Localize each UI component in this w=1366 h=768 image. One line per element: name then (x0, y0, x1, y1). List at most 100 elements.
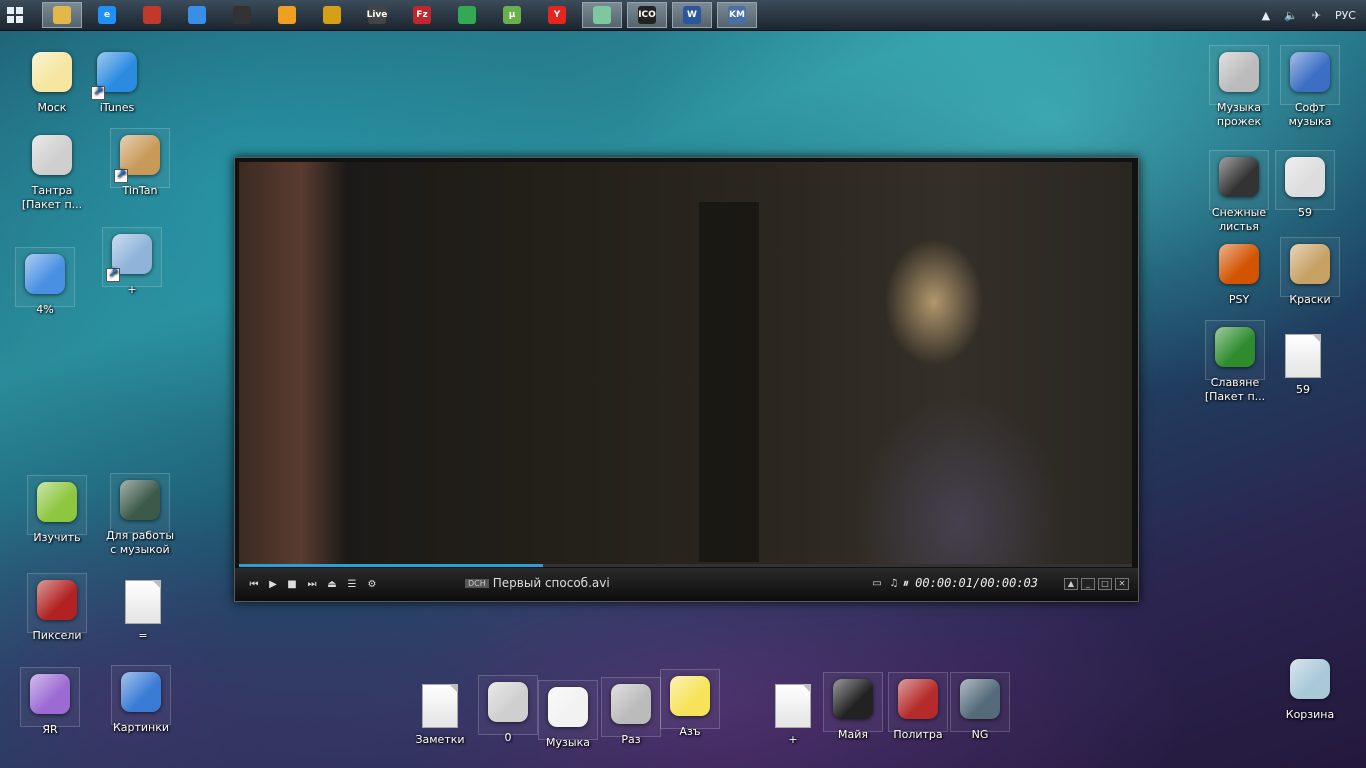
taskbar-button-finder[interactable] (177, 2, 217, 28)
desktop-icon-label: Моск (37, 101, 67, 114)
video-frame[interactable] (239, 162, 1132, 567)
desktop-icon-label: Славяне [Пакет п... (1204, 376, 1266, 403)
desktop-icon-label: = (138, 629, 148, 642)
pin-icon[interactable]: ▲ (1064, 578, 1078, 590)
eject-icon[interactable]: ⏏ (325, 579, 339, 591)
taskbar-button-app[interactable] (132, 2, 172, 28)
desktop-icon-tantra[interactable]: Тантра [Пакет п... (15, 133, 89, 212)
airplane-icon[interactable]: ✈ (1312, 9, 1321, 22)
desktop-icon-slavs[interactable]: Славяне [Пакет п... (1198, 320, 1272, 404)
desktop-icon-soft-music[interactable]: Софт музыка (1273, 45, 1347, 129)
player-icon: KM (728, 6, 746, 24)
doc-icon (769, 682, 817, 730)
system-tray: ▲ 🔈 ✈ РУС (1262, 0, 1356, 30)
desktop-icon-az[interactable]: Азъ (653, 669, 727, 739)
desktop-icon-label: Музыка прожек (1216, 101, 1262, 128)
photobooth-icon (27, 573, 87, 633)
finder-icon (188, 6, 206, 24)
desktop-icon-percent[interactable]: 4% (8, 247, 82, 317)
desktop-icon-notes[interactable]: Заметки (403, 682, 477, 747)
desktop-icon-fifty-nine-b[interactable]: 59 (1266, 332, 1340, 397)
desktop-icon-learn[interactable]: Изучить (20, 475, 94, 545)
taskbar-button-word[interactable]: W (672, 2, 712, 28)
media-player-window[interactable]: ⏮ ▶ ■ ⏭ ⏏ ☰ ⚙ DCH Первый способ.avi ▭ ♫ ⏸… (234, 157, 1139, 602)
screen-icon (20, 667, 80, 727)
desktop-icon-for-work[interactable]: Для работы с музыкой (103, 473, 177, 557)
desktop-icon-label: Софт музыка (1288, 101, 1332, 128)
taskbar-button-tool[interactable] (312, 2, 352, 28)
timemachine-icon (110, 473, 170, 533)
app-icon (143, 6, 161, 24)
bulb-icon (28, 50, 76, 98)
file-title: DCH Первый способ.avi (465, 576, 610, 590)
desktop-icon-trash[interactable]: Корзина (1273, 657, 1347, 722)
desktop-icon-plus-mail[interactable]: + (95, 227, 169, 297)
filezilla-icon: Fz (413, 6, 431, 24)
taskbar-button-live[interactable]: Live (357, 2, 397, 28)
folder-window-icon (593, 6, 611, 24)
desktop-icon-music-live[interactable]: Музыка прожек (1202, 45, 1276, 129)
piano-icon (823, 672, 883, 732)
desktop-icon-label: Заметки (415, 733, 465, 746)
pencil-icon (1280, 237, 1340, 297)
next-icon[interactable]: ⏭ (305, 579, 319, 591)
taskbar-button-yandex[interactable]: Y (537, 2, 577, 28)
settings-gear-icon[interactable]: ⚙ (365, 579, 379, 591)
desktop-icon-itunes[interactable]: iTunes (80, 50, 154, 115)
desktop-icon-ng[interactable]: NG (943, 672, 1017, 742)
trash-icon (1286, 657, 1334, 705)
dashboard-icon (888, 672, 948, 732)
word-icon: W (683, 6, 701, 24)
xcode-icon (111, 665, 171, 725)
desktop-icon-moscow[interactable]: Моск (15, 50, 89, 115)
format-badge: DCH (465, 579, 489, 588)
desktop-icon-maya[interactable]: Майя (816, 672, 890, 742)
start-button[interactable] (7, 7, 23, 23)
language-indicator[interactable]: РУС (1335, 9, 1356, 22)
desktop-icon-equals[interactable]: = (106, 578, 180, 643)
desktop-icon-pixels[interactable]: Пиксели (20, 573, 94, 643)
desktop-icon-snow-sheets[interactable]: Снежные листья (1202, 150, 1276, 234)
taskbar-button-explorer[interactable] (42, 2, 82, 28)
taskbar: e Live Fz µ Y ICO W KM ▲ 🔈 ✈ РУС (0, 0, 1366, 31)
taskbar-button-chrome[interactable] (447, 2, 487, 28)
desktop-icon-pictures[interactable]: Картинки (104, 665, 178, 735)
seek-bar[interactable] (239, 564, 1132, 567)
prev-icon[interactable]: ⏮ (247, 579, 261, 591)
taskbar-button-utorrent[interactable]: µ (492, 2, 532, 28)
time-total: 00:00:03 (980, 576, 1038, 590)
close-icon[interactable]: ✕ (1115, 578, 1129, 590)
tool-icon (323, 6, 341, 24)
keychain-icon (601, 677, 661, 737)
volume-icon[interactable]: 🔈 (1284, 9, 1298, 22)
ipod-icon (538, 680, 598, 740)
taskbar-button-folder-window[interactable] (582, 2, 622, 28)
taskbar-button-ie[interactable]: e (87, 2, 127, 28)
monitor-icon[interactable]: ▭ (870, 578, 884, 590)
taskbar-button-player[interactable]: KM (717, 2, 757, 28)
aimp-icon (278, 6, 296, 24)
taskbar-button-ico[interactable]: ICO (627, 2, 667, 28)
ie-icon: e (98, 6, 116, 24)
maximize-icon[interactable]: □ (1098, 578, 1112, 590)
minimize-icon[interactable]: _ (1081, 578, 1095, 590)
desktop-icon-fifty-nine-a[interactable]: 59 (1268, 150, 1342, 220)
desktop-icon-label: iTunes (99, 101, 135, 114)
speaker-icon[interactable]: ♫ (887, 578, 901, 590)
playlist-icon[interactable]: ☰ (345, 579, 359, 591)
desktop-icon-paints[interactable]: Краски (1273, 237, 1347, 307)
desktop-icon-ya[interactable]: ЯR (13, 667, 87, 737)
taskbar-button-aimp[interactable] (267, 2, 307, 28)
utorrent-icon: µ (503, 6, 521, 24)
desktop-icon-tintan[interactable]: TinTan (103, 128, 177, 198)
desktop-icon-label: PSY (1228, 293, 1250, 306)
taskbar-button-media[interactable] (222, 2, 262, 28)
taskbar-button-filezilla[interactable]: Fz (402, 2, 442, 28)
desktop-icon-psy[interactable]: PSY (1202, 242, 1276, 307)
itunes-icon (91, 50, 141, 100)
stop-icon[interactable]: ■ (285, 579, 299, 591)
desktop-icon-label: Тантра [Пакет п... (21, 184, 83, 211)
media-icon (233, 6, 251, 24)
tray-chevron-icon[interactable]: ▲ (1262, 9, 1270, 22)
play-icon[interactable]: ▶ (266, 579, 280, 591)
